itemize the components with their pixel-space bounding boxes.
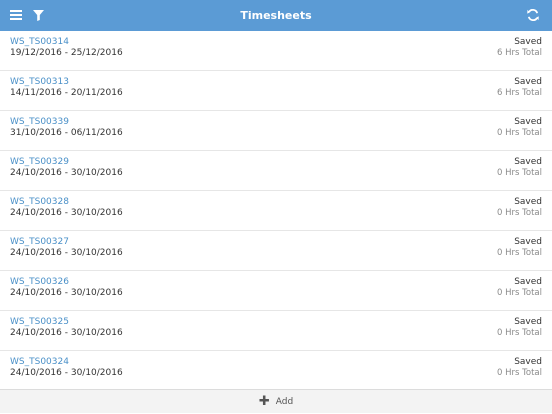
timesheet-status: Saved [514, 197, 542, 207]
timesheet-status: Saved [514, 37, 542, 47]
timesheet-date-range: 24/10/2016 - 30/10/2016 [10, 168, 123, 178]
timesheet-row[interactable]: WS_TS00328 24/10/2016 - 30/10/2016 Saved 0 … [0, 191, 552, 231]
timesheet-id-link[interactable]: WS_TS00339 [10, 117, 69, 127]
timesheet-id-link[interactable]: WS_TS00324 [10, 357, 69, 367]
timesheet-id-link[interactable]: WS_TS00325 [10, 317, 69, 327]
timesheet-row[interactable]: WS_TS00339 31/10/2016 - 06/11/2016 Saved 0 … [0, 111, 552, 151]
timesheet-date-range: 24/10/2016 - 30/10/2016 [10, 328, 123, 338]
timesheet-row[interactable]: WS_TS00327 24/10/2016 - 30/10/2016 Saved 0 … [0, 231, 552, 271]
hamburger-menu-icon [10, 10, 22, 20]
timesheet-id-link[interactable]: WS_TS00327 [10, 237, 69, 247]
page-title: Timesheets [240, 9, 312, 22]
timesheet-id-link[interactable]: WS_TS00313 [10, 77, 69, 87]
timesheet-hours-total: 0 Hrs Total [497, 328, 542, 338]
timesheet-id-link[interactable]: WS_TS00326 [10, 277, 69, 287]
timesheet-status: Saved [514, 157, 542, 167]
timesheet-hours-total: 0 Hrs Total [497, 288, 542, 298]
refresh-icon [527, 9, 539, 21]
filter-button[interactable] [30, 7, 46, 23]
app-header: Timesheets [0, 0, 552, 31]
timesheet-status: Saved [514, 277, 542, 287]
timesheet-date-range: 24/10/2016 - 30/10/2016 [10, 208, 123, 218]
refresh-button[interactable] [525, 7, 541, 23]
footer-bar: ✚ Add [0, 389, 552, 413]
timesheet-row[interactable]: WS_TS00313 14/11/2016 - 20/11/2016 Saved 6 … [0, 71, 552, 111]
timesheet-status: Saved [514, 77, 542, 87]
timesheet-date-range: 31/10/2016 - 06/11/2016 [10, 128, 123, 138]
timesheet-id-link[interactable]: WS_TS00328 [10, 197, 69, 207]
timesheet-list: WS_TS00314 19/12/2016 - 25/12/2016 Saved 6 … [0, 31, 552, 389]
timesheet-status: Saved [514, 317, 542, 327]
timesheet-date-range: 24/10/2016 - 30/10/2016 [10, 288, 123, 298]
timesheet-hours-total: 0 Hrs Total [497, 208, 542, 218]
add-button[interactable]: ✚ Add [259, 395, 293, 408]
plus-icon: ✚ [258, 394, 270, 409]
timesheet-id-link[interactable]: WS_TS00314 [10, 37, 69, 47]
timesheet-hours-total: 6 Hrs Total [497, 48, 542, 58]
timesheet-row[interactable]: WS_TS00324 24/10/2016 - 30/10/2016 Saved 0 … [0, 351, 552, 389]
timesheet-id-link[interactable]: WS_TS00329 [10, 157, 69, 167]
timesheet-date-range: 14/11/2016 - 20/11/2016 [10, 88, 123, 98]
timesheet-status: Saved [514, 237, 542, 247]
timesheet-hours-total: 0 Hrs Total [497, 168, 542, 178]
timesheet-row[interactable]: WS_TS00314 19/12/2016 - 25/12/2016 Saved 6 … [0, 31, 552, 71]
timesheet-row[interactable]: WS_TS00329 24/10/2016 - 30/10/2016 Saved 0 … [0, 151, 552, 191]
timesheet-hours-total: 0 Hrs Total [497, 368, 542, 378]
timesheet-date-range: 24/10/2016 - 30/10/2016 [10, 368, 123, 378]
timesheet-row[interactable]: WS_TS00326 24/10/2016 - 30/10/2016 Saved 0 … [0, 271, 552, 311]
timesheet-row[interactable]: WS_TS00325 24/10/2016 - 30/10/2016 Saved 0 … [0, 311, 552, 351]
timesheet-date-range: 19/12/2016 - 25/12/2016 [10, 48, 123, 58]
add-button-label: Add [275, 396, 294, 407]
timesheet-status: Saved [514, 357, 542, 367]
timesheet-hours-total: 0 Hrs Total [497, 128, 542, 138]
timesheet-hours-total: 0 Hrs Total [497, 248, 542, 258]
timesheet-status: Saved [514, 117, 542, 127]
timesheet-date-range: 24/10/2016 - 30/10/2016 [10, 248, 123, 258]
filter-funnel-icon [32, 9, 44, 21]
menu-button[interactable] [8, 7, 24, 23]
timesheet-hours-total: 6 Hrs Total [497, 88, 542, 98]
